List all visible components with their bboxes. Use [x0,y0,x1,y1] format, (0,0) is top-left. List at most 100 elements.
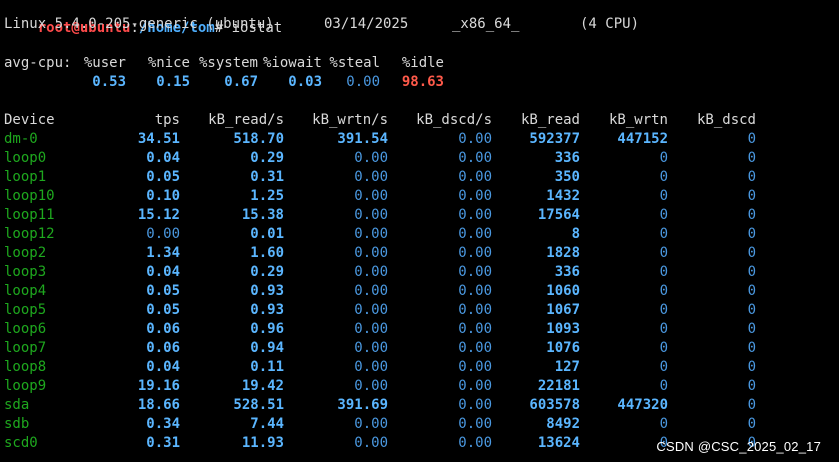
tps-value: 0.05 [146,283,180,299]
tps-value: 0.06 [146,321,180,337]
kb-read-s-value: 19.42 [241,378,284,394]
kb-read-value: 17564 [537,207,580,223]
kb-wrtn-s-value: 0.00 [354,435,388,451]
kb-dscd-s-value: 0.00 [458,302,492,318]
table-row: loop5 0.05 0.93 0.00 0.00 1067 0 0 [4,301,839,320]
kb-dscd-value: 0 [747,378,756,394]
kb-read-value: 1093 [546,321,580,337]
terminal-window[interactable]: root@ubuntu:/home/tom# iostat Linux 5.4.… [4,0,839,462]
kb-read-value: 127 [554,359,580,375]
device-name: loop8 [4,359,47,375]
tps-value: 0.10 [146,188,180,204]
kb-wrtn-s-value: 0.00 [354,169,388,185]
kb-wrtn-s-value: 0.00 [354,359,388,375]
avg-cpu-header: %iowait [262,55,322,71]
column-header-kb-dscd: kB_dscd [696,112,756,128]
table-row: loop12 0.00 0.01 0.00 0.00 8 0 0 [4,225,839,244]
kb-dscd-s-value: 0.00 [458,321,492,337]
avg-cpu-header: %nice [147,55,190,71]
kb-read-value: 350 [554,169,580,185]
device-name: loop4 [4,283,47,299]
device-name: loop7 [4,340,47,356]
kb-dscd-value: 0 [747,131,756,147]
avg-cpu-label: avg-cpu: [4,55,72,71]
kb-wrtn-s-value: 0.00 [354,188,388,204]
table-row: loop0 0.04 0.29 0.00 0.00 336 0 0 [4,149,839,168]
column-header-kb-wrtn-s: kB_wrtn/s [312,112,388,128]
table-row: loop3 0.04 0.29 0.00 0.00 336 0 0 [4,263,839,282]
avg-cpu-header: %system [198,55,258,71]
avg-cpu-values-line: 0.53 0.15 0.67 0.03 0.00 98.63 [4,73,839,92]
device-name: loop12 [4,226,55,242]
kb-dscd-s-value: 0.00 [458,435,492,451]
avg-cpu-header: %idle [401,55,444,71]
kb-wrtn-value: 447320 [617,397,668,413]
kb-read-s-value: 0.94 [250,340,284,356]
kb-read-value: 336 [554,264,580,280]
table-row: loop8 0.04 0.11 0.00 0.00 127 0 0 [4,358,839,377]
sysinfo-line: Linux 5.4.0-205-generic (ubuntu) 03/14/2… [4,15,839,34]
device-name: scd0 [4,435,38,451]
kb-wrtn-s-value: 0.00 [354,283,388,299]
kb-read-value: 13624 [537,435,580,451]
tps-value: 1.34 [146,245,180,261]
kb-wrtn-value: 0 [659,245,668,261]
kb-dscd-s-value: 0.00 [458,207,492,223]
avg-cpu-nice-value: 0.15 [156,74,190,90]
kb-read-value: 1432 [546,188,580,204]
avg-cpu-header: %user [83,55,126,71]
tps-value: 34.51 [137,131,180,147]
kb-wrtn-value: 0 [659,283,668,299]
kb-read-s-value: 0.29 [250,150,284,166]
kb-dscd-value: 0 [747,207,756,223]
avg-cpu-user-value: 0.53 [92,74,126,90]
table-row: loop6 0.06 0.96 0.00 0.00 1093 0 0 [4,320,839,339]
tps-value: 15.12 [137,207,180,223]
kb-wrtn-s-value: 0.00 [354,340,388,356]
kb-wrtn-value: 0 [659,169,668,185]
column-header-kb-read: kB_read [520,112,580,128]
kb-dscd-s-value: 0.00 [458,378,492,394]
kb-read-s-value: 0.31 [250,169,284,185]
kb-wrtn-value: 0 [659,188,668,204]
kb-dscd-s-value: 0.00 [458,188,492,204]
kb-dscd-value: 0 [747,302,756,318]
tps-value: 19.16 [137,378,180,394]
tps-value: 0.06 [146,340,180,356]
table-row: loop10 0.10 1.25 0.00 0.00 1432 0 0 [4,187,839,206]
tps-value: 0.31 [146,435,180,451]
kb-wrtn-s-value: 0.00 [354,245,388,261]
kb-wrtn-value: 0 [659,302,668,318]
kb-wrtn-s-value: 0.00 [354,264,388,280]
kb-dscd-value: 0 [747,245,756,261]
column-header-kb-dscd-s: kB_dscd/s [416,112,492,128]
kb-dscd-value: 0 [747,416,756,432]
kb-dscd-s-value: 0.00 [458,397,492,413]
device-name: sdb [4,416,30,432]
kb-read-s-value: 518.70 [233,131,284,147]
kb-dscd-value: 0 [747,359,756,375]
kb-dscd-s-value: 0.00 [458,264,492,280]
kb-read-s-value: 1.60 [250,245,284,261]
column-header-device: Device [4,112,55,128]
tps-value: 0.00 [146,226,180,242]
kb-read-value: 336 [554,150,580,166]
kb-dscd-s-value: 0.00 [458,359,492,375]
avg-cpu-header-line: avg-cpu: %user %nice %system %iowait %st… [4,54,839,73]
kb-wrtn-s-value: 0.00 [354,416,388,432]
kb-wrtn-s-value: 0.00 [354,207,388,223]
kb-wrtn-value: 0 [659,378,668,394]
table-row: loop9 19.16 19.42 0.00 0.00 22181 0 0 [4,377,839,396]
kb-read-s-value: 0.96 [250,321,284,337]
kb-dscd-s-value: 0.00 [458,416,492,432]
kb-dscd-s-value: 0.00 [458,150,492,166]
kb-dscd-value: 0 [747,188,756,204]
tps-value: 0.05 [146,302,180,318]
kb-read-s-value: 7.44 [250,416,284,432]
device-name: sda [4,397,30,413]
kb-wrtn-s-value: 0.00 [354,321,388,337]
kb-wrtn-value: 0 [659,207,668,223]
table-row: loop1 0.05 0.31 0.00 0.00 350 0 0 [4,168,839,187]
report-date: 03/14/2025 [324,16,409,32]
kb-wrtn-s-value: 0.00 [354,226,388,242]
